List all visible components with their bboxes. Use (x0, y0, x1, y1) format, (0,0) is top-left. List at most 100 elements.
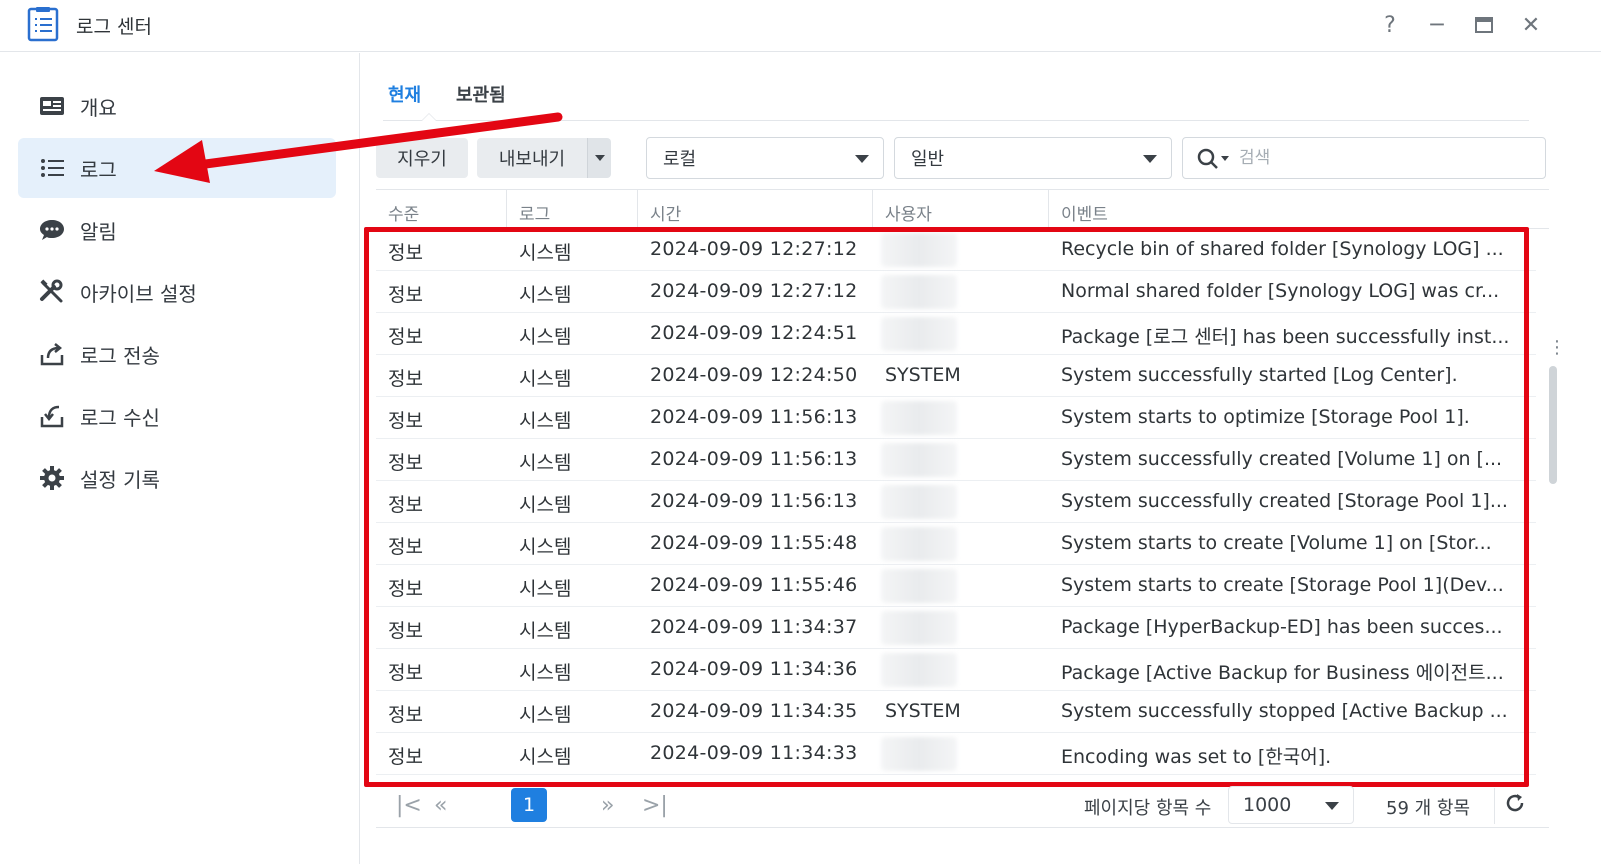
cell-level: 정보 (388, 746, 423, 768)
source-select[interactable]: 로컬 (646, 137, 884, 179)
cell-level: 정보 (388, 284, 423, 306)
tab-current[interactable]: 현재 (388, 81, 421, 107)
cell-time: 2024-09-09 11:56:13 (650, 448, 858, 470)
cell-time: 2024-09-09 11:55:48 (650, 532, 858, 554)
help-button[interactable]: ? (1372, 8, 1408, 42)
cell-level: 정보 (388, 242, 423, 264)
cell-time: 2024-09-09 11:34:33 (650, 742, 858, 764)
clear-button[interactable]: 지우기 (376, 138, 468, 178)
cell-log: 시스템 (519, 578, 572, 600)
redacted-user-blur (881, 275, 957, 309)
cell-event: Encoding was set to [한국어]. (1061, 746, 1332, 768)
column-header-level[interactable]: 수준 (388, 200, 419, 225)
column-divider[interactable] (506, 190, 507, 230)
cell-event: System successfully started [Log Center]… (1061, 364, 1458, 386)
divider (1494, 788, 1495, 824)
column-header-event[interactable]: 이벤트 (1061, 200, 1108, 225)
column-divider[interactable] (1048, 190, 1049, 230)
cell-time: 2024-09-09 12:24:50 (650, 364, 858, 386)
close-button[interactable]: ✕ (1513, 8, 1549, 42)
sidebar-item-label: 개요 (80, 95, 117, 120)
cell-time: 2024-09-09 12:27:12 (650, 238, 858, 260)
table-row[interactable]: 정보 시스템 2024-09-09 11:34:33 Encoding was set… (376, 733, 1536, 775)
table-row[interactable]: 정보 시스템 2024-09-09 11:55:48 System starts to… (376, 523, 1536, 565)
table-row[interactable]: 정보 시스템 2024-09-09 12:27:12 Normal shared fo… (376, 271, 1536, 313)
cell-level: 정보 (388, 704, 423, 726)
total-items-count: 59 개 항목 (1386, 798, 1471, 819)
sidebar-item-label: 알림 (80, 219, 117, 244)
search-field[interactable] (1182, 137, 1546, 179)
sidebar-item-overview[interactable]: 개요 (18, 76, 336, 136)
next-page-icon[interactable]: » (601, 793, 614, 818)
sidebar-item-label: 로그 (80, 157, 117, 182)
column-header-user[interactable]: 사용자 (885, 200, 932, 225)
cell-level: 정보 (388, 452, 423, 474)
cell-level: 정보 (388, 494, 423, 516)
export-button[interactable]: 내보내기 (477, 138, 587, 178)
table-row[interactable]: 정보 시스템 2024-09-09 11:55:46 System starts to… (376, 565, 1536, 607)
chevron-down-icon (855, 155, 869, 163)
search-input[interactable] (1239, 146, 1529, 170)
cell-event: Package [Active Backup for Business 에이전트… (1061, 662, 1504, 684)
last-page-icon[interactable]: >| (642, 793, 668, 818)
table-row[interactable]: 정보 시스템 2024-09-09 11:34:37 Package [HyperBa… (376, 607, 1536, 649)
export-dropdown-button[interactable] (587, 138, 611, 178)
cell-time: 2024-09-09 11:34:36 (650, 658, 858, 680)
per-page-label: 페이지당 항목 수 (1084, 798, 1212, 819)
cell-event: System successfully created [Volume 1] o… (1061, 448, 1503, 470)
source-select-value: 로컬 (663, 149, 697, 170)
chat-bubble-icon (38, 216, 66, 244)
redacted-user-blur (881, 527, 957, 561)
column-divider[interactable] (637, 190, 638, 230)
table-row[interactable]: 정보 시스템 2024-09-09 12:24:50 SYSTEM System suc… (376, 355, 1536, 397)
column-divider[interactable] (872, 190, 873, 230)
sidebar-item-log-receiving[interactable]: 로그 수신 (18, 386, 336, 446)
tab-archived[interactable]: 보관됨 (456, 81, 506, 107)
cell-time: 2024-09-09 11:34:35 (650, 700, 858, 722)
cell-level: 정보 (388, 536, 423, 558)
table-row[interactable]: 정보 시스템 2024-09-09 11:56:13 System successfu… (376, 481, 1536, 523)
sidebar: 개요 로그 알림 아카이브 설정 로그 전송 로그 수신 설정 기록 (0, 53, 360, 864)
redacted-user-blur (881, 569, 957, 603)
column-header-time[interactable]: 시간 (650, 200, 681, 225)
first-page-icon[interactable]: |< (396, 793, 422, 818)
maximize-button[interactable] (1466, 8, 1502, 42)
cell-log: 시스템 (519, 746, 572, 768)
cell-log: 시스템 (519, 368, 572, 390)
cell-log: 시스템 (519, 662, 572, 684)
table-scrollbar[interactable] (1549, 366, 1557, 484)
table-row[interactable]: 정보 시스템 2024-09-09 12:27:12 Recycle bin of s… (376, 229, 1536, 271)
chevron-down-icon (1143, 155, 1157, 163)
sidebar-item-archive-settings[interactable]: 아카이브 설정 (18, 262, 336, 322)
previous-page-icon[interactable]: « (434, 793, 447, 818)
sidebar-item-notifications[interactable]: 알림 (18, 200, 336, 260)
cell-level: 정보 (388, 620, 423, 642)
cell-event: System successfully stopped [Active Back… (1061, 700, 1508, 722)
cell-log: 시스템 (519, 284, 572, 306)
cell-log: 시스템 (519, 620, 572, 642)
cell-event: Package [로그 센터] has been successfully in… (1061, 326, 1510, 348)
per-page-select[interactable]: 1000 (1228, 786, 1354, 824)
upload-icon (38, 340, 66, 368)
sidebar-item-settings-history[interactable]: 설정 기록 (18, 448, 336, 508)
search-icon (1197, 148, 1229, 169)
page-current-button[interactable]: 1 (511, 788, 547, 822)
table-row[interactable]: 정보 시스템 2024-09-09 12:24:51 Package [로그 센터] … (376, 313, 1536, 355)
table-row[interactable]: 정보 시스템 2024-09-09 11:34:35 SYSTEM System suc… (376, 691, 1536, 733)
sidebar-item-log[interactable]: 로그 (18, 138, 336, 198)
column-options-icon[interactable]: ⋮ (1548, 337, 1566, 358)
table-row[interactable]: 정보 시스템 2024-09-09 11:56:13 System starts to… (376, 397, 1536, 439)
title-bar: 로그 센터 ? ─ ✕ (0, 0, 1601, 52)
redacted-user-blur (881, 233, 957, 267)
table-row[interactable]: 정보 시스템 2024-09-09 11:34:36 Package [Active … (376, 649, 1536, 691)
minimize-button[interactable]: ─ (1419, 8, 1455, 42)
sidebar-item-log-sending[interactable]: 로그 전송 (18, 324, 336, 384)
level-select[interactable]: 일반 (894, 137, 1172, 179)
chevron-down-icon (594, 155, 605, 161)
column-header-log[interactable]: 로그 (519, 200, 550, 225)
table-header: 수준 로그 시간 사용자 이벤트 (376, 189, 1549, 230)
cell-event: System starts to create [Storage Pool 1]… (1061, 574, 1504, 596)
table-row[interactable]: 정보 시스템 2024-09-09 11:56:13 System successfu… (376, 439, 1536, 481)
redacted-user-blur (881, 611, 957, 645)
refresh-icon[interactable] (1504, 792, 1526, 820)
